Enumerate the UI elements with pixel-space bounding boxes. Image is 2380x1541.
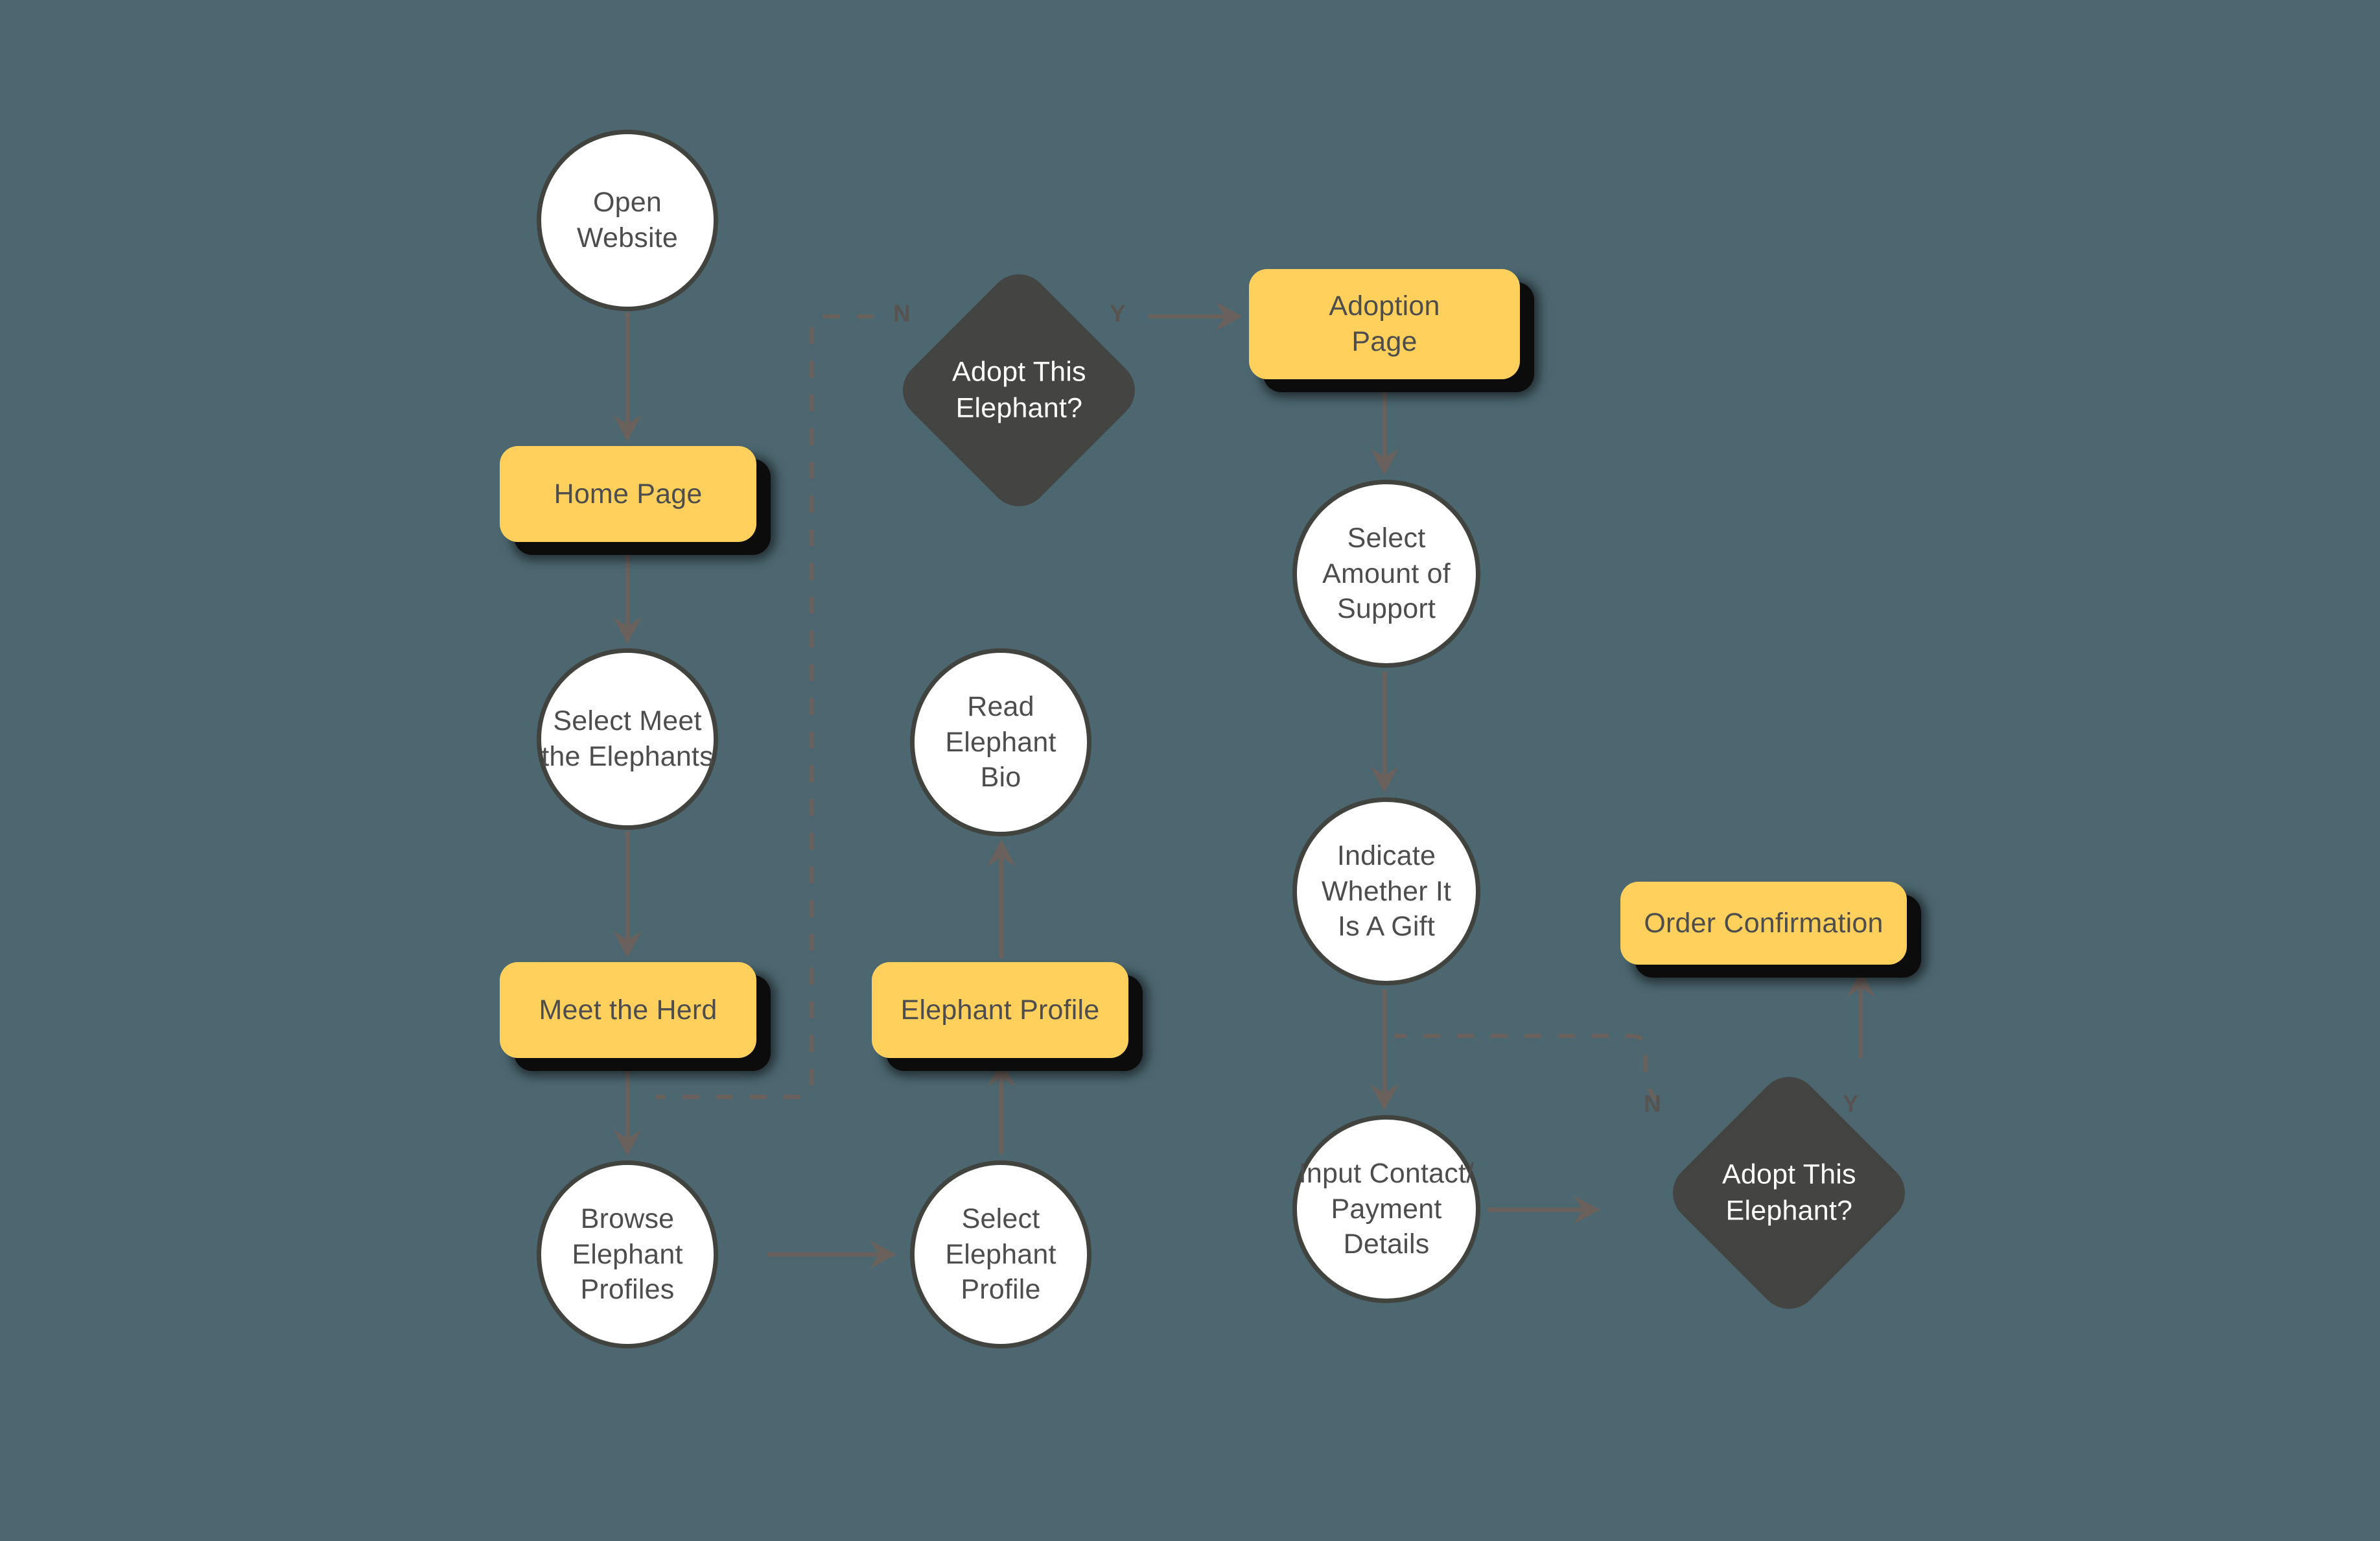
node-select-meet-the-elephants[interactable]: Select Meet the Elephants xyxy=(537,648,718,830)
node-elephant-profile[interactable]: Elephant Profile xyxy=(872,962,1128,1058)
node-meet-the-herd-label: Meet the Herd xyxy=(539,994,718,1026)
node-open-website[interactable]: Open Website xyxy=(537,130,718,311)
edge-label-yes-2: Y xyxy=(1843,1090,1860,1117)
node-input-contact-payment-details-label: Input Contact/ Payment Details xyxy=(1298,1158,1475,1260)
node-order-confirmation-label: Order Confirmation xyxy=(1644,907,1884,939)
node-order-confirmation[interactable]: Order Confirmation xyxy=(1620,882,1907,965)
node-home-page[interactable]: Home Page xyxy=(500,446,756,542)
edge-decision2-no-to-input-contact xyxy=(1395,1033,1661,1104)
node-browse-elephant-profiles-label: Browse Elephant Profiles xyxy=(572,1203,683,1306)
edge-label-yes-1: Y xyxy=(1110,300,1126,327)
node-select-meet-the-elephants-label: Select Meet the Elephants xyxy=(541,705,714,772)
node-home-page-label: Home Page xyxy=(554,478,703,510)
node-select-elephant-profile-label: Select Elephant Profile xyxy=(945,1203,1056,1306)
node-decision-adopt-elephant-2[interactable]: Adopt This Elephant? xyxy=(1661,1065,1917,1321)
node-meet-the-herd[interactable]: Meet the Herd xyxy=(500,962,756,1058)
node-adoption-page-label: Adoption Page xyxy=(1329,290,1440,357)
node-select-amount-of-support-label: Select Amount of Support xyxy=(1322,523,1451,625)
node-select-elephant-profile[interactable]: Select Elephant Profile xyxy=(910,1160,1091,1348)
node-decision-adopt-elephant-1-label: Adopt This Elephant? xyxy=(951,356,1086,423)
connector-layer xyxy=(613,302,1875,1269)
flowchart-canvas: Open Website Home Page Select Meet the E… xyxy=(0,0,2380,1541)
node-open-website-label: Open Website xyxy=(577,187,678,253)
node-browse-elephant-profiles[interactable]: Browse Elephant Profiles xyxy=(537,1160,718,1348)
node-select-amount-of-support[interactable]: Select Amount of Support xyxy=(1292,480,1480,668)
node-read-elephant-bio-label: Read Elephant Bio xyxy=(945,691,1056,794)
node-input-contact-payment-details[interactable]: Input Contact/ Payment Details xyxy=(1292,1115,1480,1303)
node-indicate-whether-it-is-a-gift-label: Indicate Whether It Is A Gift xyxy=(1321,840,1452,943)
node-elephant-profile-label: Elephant Profile xyxy=(900,994,1100,1026)
edge-label-no-1: N xyxy=(893,300,911,327)
node-adoption-page[interactable]: Adoption Page xyxy=(1249,269,1520,379)
node-decision-adopt-elephant-1[interactable]: Adopt This Elephant? xyxy=(891,262,1147,519)
node-decision-adopt-elephant-2-label: Adopt This Elephant? xyxy=(1721,1159,1856,1226)
edge-label-no-2: N xyxy=(1644,1090,1662,1117)
node-indicate-whether-it-is-a-gift[interactable]: Indicate Whether It Is A Gift xyxy=(1292,797,1480,985)
node-read-elephant-bio[interactable]: Read Elephant Bio xyxy=(910,648,1091,836)
